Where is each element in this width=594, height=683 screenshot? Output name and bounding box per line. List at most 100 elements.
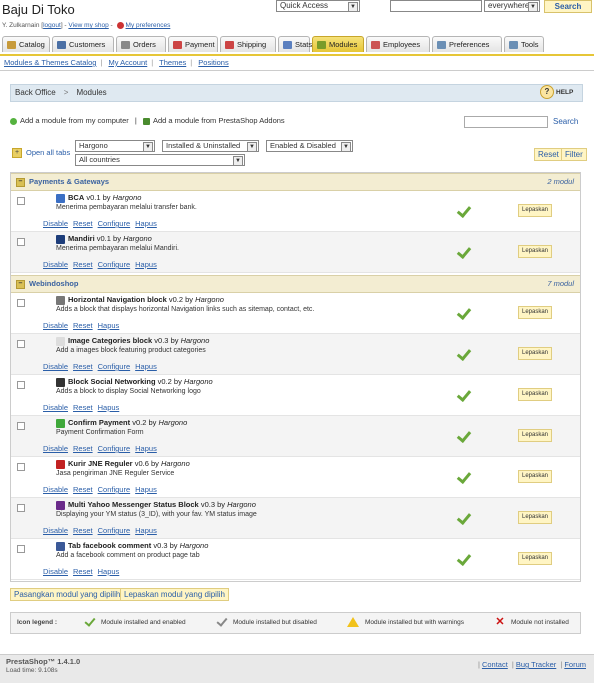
tab-stats[interactable]: Stats bbox=[278, 36, 312, 52]
module-action-configure[interactable]: Configure bbox=[98, 260, 131, 269]
add-from-addons-link[interactable]: Add a module from PrestaShop Addons bbox=[153, 116, 285, 125]
module-action-disable[interactable]: Disable bbox=[43, 362, 68, 371]
module-action-hapus[interactable]: Hapus bbox=[135, 485, 157, 494]
module-description: Jasa pengiriman JNE Reguler Service bbox=[56, 470, 175, 477]
module-action-configure[interactable]: Configure bbox=[98, 526, 131, 535]
module-action-hapus[interactable]: Hapus bbox=[135, 444, 157, 453]
uninstall-button[interactable]: Lepaskan bbox=[518, 245, 552, 258]
module-action-disable[interactable]: Disable bbox=[43, 526, 68, 535]
tab-orders[interactable]: Orders bbox=[116, 36, 166, 52]
quick-access-select[interactable]: Quick Access ▼ bbox=[276, 0, 360, 12]
tab-shipping[interactable]: Shipping bbox=[220, 36, 276, 52]
module-search-button[interactable]: Search bbox=[553, 117, 578, 126]
module-checkbox[interactable] bbox=[17, 545, 25, 553]
module-checkbox[interactable] bbox=[17, 197, 25, 205]
module-action-reset[interactable]: Reset bbox=[73, 444, 93, 453]
tab-preferences[interactable]: Preferences bbox=[432, 36, 502, 52]
tab-payment[interactable]: Payment bbox=[168, 36, 218, 52]
install-selected-button[interactable]: Pasangkan modul yang dipilih bbox=[10, 588, 125, 601]
module-checkbox[interactable] bbox=[17, 381, 25, 389]
module-action-reset[interactable]: Reset bbox=[73, 526, 93, 535]
uninstall-button[interactable]: Lepaskan bbox=[518, 470, 552, 483]
module-title: Block Social Networking v0.2 by Hargono bbox=[68, 377, 213, 386]
tab-modules[interactable]: Modules bbox=[312, 36, 364, 52]
module-checkbox[interactable] bbox=[17, 238, 25, 246]
module-action-hapus[interactable]: Hapus bbox=[135, 219, 157, 228]
module-checkbox[interactable] bbox=[17, 463, 25, 471]
module-action-reset[interactable]: Reset bbox=[73, 485, 93, 494]
module-checkbox[interactable] bbox=[17, 299, 25, 307]
logout-link[interactable]: logout bbox=[43, 22, 61, 29]
minus-icon: – bbox=[16, 178, 25, 187]
enable-filter-select[interactable]: Enabled & Disabled ▼ bbox=[266, 140, 353, 152]
tab-customers[interactable]: Customers bbox=[52, 36, 114, 52]
module-action-configure[interactable]: Configure bbox=[98, 444, 131, 453]
breadcrumb-root[interactable]: Back Office bbox=[15, 88, 56, 97]
module-action-configure[interactable]: Configure bbox=[98, 485, 131, 494]
module-action-disable[interactable]: Disable bbox=[43, 403, 68, 412]
search-scope-select[interactable]: everywhere ▼ bbox=[484, 0, 540, 12]
module-action-disable[interactable]: Disable bbox=[43, 321, 68, 330]
open-all-tabs[interactable]: + Open all tabs bbox=[12, 148, 70, 159]
module-action-disable[interactable]: Disable bbox=[43, 444, 68, 453]
module-checkbox[interactable] bbox=[17, 504, 25, 512]
footer-bugtracker-link[interactable]: Bug Tracker bbox=[516, 660, 556, 669]
category-header[interactable]: – Webindoshop 7 modul bbox=[11, 275, 580, 293]
module-action-reset[interactable]: Reset bbox=[73, 321, 93, 330]
subnav-my-account[interactable]: My Account bbox=[108, 58, 147, 67]
category-header[interactable]: – Payments & Gateways 2 modul bbox=[11, 173, 580, 191]
version-text: PrestaShop™ 1.4.1.0 bbox=[6, 657, 81, 666]
module-action-hapus[interactable]: Hapus bbox=[98, 321, 120, 330]
help-button[interactable]: ? HELP bbox=[540, 85, 580, 101]
module-actions: Disable Reset Configure Hapus bbox=[43, 362, 162, 371]
uninstall-button[interactable]: Lepaskan bbox=[518, 347, 552, 360]
module-action-reset[interactable]: Reset bbox=[73, 362, 93, 371]
module-action-disable[interactable]: Disable bbox=[43, 567, 68, 576]
uninstall-button[interactable]: Lepaskan bbox=[518, 388, 552, 401]
module-author: Hargono bbox=[123, 234, 152, 243]
module-action-reset[interactable]: Reset bbox=[73, 219, 93, 228]
footer-forum-link[interactable]: Forum bbox=[564, 660, 586, 669]
module-action-hapus[interactable]: Hapus bbox=[135, 526, 157, 535]
module-action-reset[interactable]: Reset bbox=[73, 567, 93, 576]
add-from-computer-link[interactable]: Add a module from my computer bbox=[20, 116, 129, 125]
uninstall-selected-button[interactable]: Lepaskan modul yang dipilih bbox=[120, 588, 229, 601]
module-checkbox[interactable] bbox=[17, 422, 25, 430]
view-shop-link[interactable]: View my shop bbox=[68, 22, 108, 29]
search-input[interactable] bbox=[390, 0, 482, 12]
module-action-disable[interactable]: Disable bbox=[43, 485, 68, 494]
module-action-hapus[interactable]: Hapus bbox=[135, 362, 157, 371]
subnav-positions[interactable]: Positions bbox=[198, 58, 228, 67]
search-button[interactable]: Search bbox=[544, 0, 592, 13]
uninstall-button[interactable]: Lepaskan bbox=[518, 306, 552, 319]
subnav-catalog[interactable]: Modules & Themes Catalog bbox=[4, 58, 96, 67]
uninstall-button[interactable]: Lepaskan bbox=[518, 511, 552, 524]
module-action-reset[interactable]: Reset bbox=[73, 403, 93, 412]
uninstall-button[interactable]: Lepaskan bbox=[518, 552, 552, 565]
preferences-link[interactable]: My preferences bbox=[126, 22, 171, 29]
module-action-hapus[interactable]: Hapus bbox=[98, 403, 120, 412]
module-action-disable[interactable]: Disable bbox=[43, 260, 68, 269]
tab-tools[interactable]: Tools bbox=[504, 36, 544, 52]
tab-employees[interactable]: Employees bbox=[366, 36, 430, 52]
module-title: BCA v0.1 by Hargono bbox=[68, 193, 141, 202]
tab-catalog[interactable]: Catalog bbox=[2, 36, 50, 52]
shop-title: Baju Di Toko bbox=[2, 2, 75, 17]
module-search-input[interactable] bbox=[464, 116, 548, 128]
install-filter-select[interactable]: Installed & Uninstalled ▼ bbox=[162, 140, 259, 152]
module-action-configure[interactable]: Configure bbox=[98, 219, 131, 228]
uninstall-button[interactable]: Lepaskan bbox=[518, 204, 552, 217]
filter-apply-button[interactable]: Filter bbox=[561, 148, 587, 161]
module-checkbox[interactable] bbox=[17, 340, 25, 348]
module-action-reset[interactable]: Reset bbox=[73, 260, 93, 269]
module-action-disable[interactable]: Disable bbox=[43, 219, 68, 228]
country-filter-select[interactable]: All countries ▼ bbox=[75, 154, 245, 166]
module-action-hapus[interactable]: Hapus bbox=[98, 567, 120, 576]
uninstall-button[interactable]: Lepaskan bbox=[518, 429, 552, 442]
module-action-hapus[interactable]: Hapus bbox=[135, 260, 157, 269]
footer-contact-link[interactable]: Contact bbox=[482, 660, 508, 669]
filter-reset-button[interactable]: Reset bbox=[534, 148, 563, 161]
author-filter-select[interactable]: Hargono ▼ bbox=[75, 140, 155, 152]
module-action-configure[interactable]: Configure bbox=[98, 362, 131, 371]
subnav-themes[interactable]: Themes bbox=[159, 58, 186, 67]
